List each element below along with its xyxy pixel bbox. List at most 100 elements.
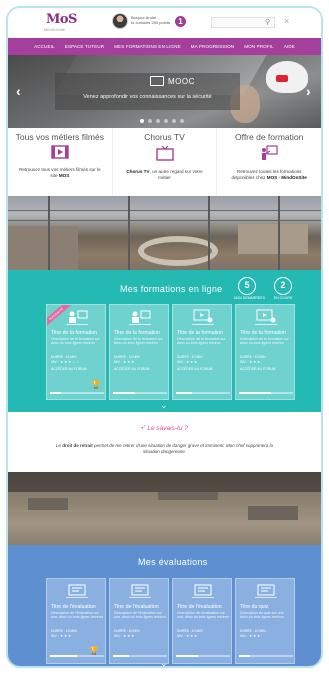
formation-card[interactable]: Titre de la formation Description de la … [235,304,295,400]
card-title: Titre du quiz [240,604,269,610]
progress-bar [113,392,167,394]
greeting-points: tu cumules 250 points [131,20,170,25]
info-offre[interactable]: Offre de formation Retrouvez toutes les … [217,128,321,196]
trophy-icon: 🏆 [91,380,101,389]
info-title: Chorus TV [144,132,185,142]
carousel-dot[interactable] [180,119,184,123]
nav-item-accueil[interactable]: ACCUEIL [34,44,55,49]
did-you-know-text: Le droit de retrait permet de me retirer… [56,443,273,454]
photo-pole [128,196,130,270]
photo-shadow [8,472,321,492]
carousel-dot[interactable] [164,119,168,123]
teacher-icon [260,145,278,166]
stat-not-started[interactable]: 5 NON DÉMARRÉES [234,277,265,300]
progress-fill [113,392,135,394]
carousel-prev-icon[interactable]: ‹ [16,83,21,99]
stat-in-progress[interactable]: 2 EN COURS [270,277,296,300]
info-chorus[interactable]: Chorus TV Chorus TV, un autre regard sur… [113,128,218,196]
nav-item-espace-tuteur[interactable]: ESPACE TUTEUR [65,44,104,49]
card-level: NIV. : ★ ★ ★ [51,634,72,638]
avatar[interactable] [112,13,128,29]
nav-item-progression[interactable]: MA PROGRESSION [191,44,235,49]
card-duration: DURÉE : 10 MIN [177,355,203,359]
chevron-down-icon[interactable]: ⌄ [160,400,168,411]
formation-card[interactable]: NOUVEAUTÉ Titre de la formation Descript… [46,304,106,400]
forum-link[interactable]: ACCÉDER AU FORUM [51,367,86,371]
quiz-icon [255,584,277,598]
did-you-know: •˚ Le savais-tu ? Le droit de retrait pe… [8,412,321,472]
formation-card[interactable]: Titre de la formation Description de la … [109,304,169,400]
card-title: Titre de la formation [51,330,97,336]
nav-item-profil[interactable]: MON PROFIL [244,44,274,49]
progress-fill [239,392,272,394]
photo-pole [48,196,50,270]
carousel-dot[interactable] [140,119,144,123]
page-frame: MoS MindOnSite Bonjour André tu cumules … [6,6,323,668]
card-desc: Description de l'évaluation sur une, deu… [114,611,166,620]
carousel-next-icon[interactable]: › [306,83,311,99]
card-duration: DURÉE : 10 MIN [114,629,140,633]
carousel-dot[interactable] [172,119,176,123]
card-desc: Description de l'évaluation sur une, deu… [51,611,103,620]
top-header: MoS MindOnSite Bonjour André tu cumules … [8,8,321,38]
progress-fill [176,655,198,657]
stat-label: NON DÉMARRÉES [234,296,265,300]
lightbulb-icon: •˚ [141,425,146,432]
screen-icon [192,309,214,325]
photo-pole [208,196,210,270]
card-desc: Description de la formation sur deux ou … [240,337,289,346]
card-title: Titre de l'évaluation [114,604,159,610]
quiz-card[interactable]: Titre du quiz Description du quiz sur un… [235,578,295,664]
stat-value: 2 [274,277,292,295]
info-metiers[interactable]: Tous vos métiers filmés Retrouvez tous v… [8,128,113,196]
photo-slab [238,224,308,254]
carousel-dot[interactable] [156,119,160,123]
evaluations-section: Mes évaluations Titre de l'évaluation De… [8,545,321,666]
photo-line [8,210,321,211]
evaluation-card[interactable]: Titre de l'évaluation Description de l'é… [172,578,232,664]
card-desc: Description de l'évaluation sur une, deu… [177,611,229,620]
search-icon[interactable]: ⚲ [265,18,270,26]
info-columns: Tous vos métiers filmés Retrouvez tous v… [8,128,321,196]
training-icon [129,309,151,325]
forum-link[interactable]: ACCÉDER AU FORUM [177,367,212,371]
chevron-down-icon[interactable]: ⌄ [160,658,168,666]
card-duration: DURÉE : 10 MIN [240,629,266,633]
card-desc: Description de la formation sur deux ou … [177,337,226,346]
mooc-icon [150,76,164,86]
user-greeting: Bonjour André tu cumules 250 points [131,15,170,25]
hero-title: MOOC [168,77,195,86]
card-duration: DURÉE : 10 MIN [177,629,203,633]
card-level: NIV. : ★ ★ ★ [240,634,261,638]
hero-helmet-logo [276,75,288,82]
hero-carousel: MOOC Venez approfondir vos connaissances… [8,55,321,128]
construction-photo [8,196,321,270]
tv-icon [155,145,174,166]
did-you-know-title: •˚ Le savais-tu ? [8,425,321,432]
photo-line [8,220,321,221]
logo[interactable]: MoS MindOnSite [44,12,77,34]
close-icon[interactable]: × [284,16,289,26]
card-level: NIV. : ★ ★ ★ [240,360,261,364]
forum-link[interactable]: ACCÉDER AU FORUM [240,367,275,371]
evaluation-icon [192,584,214,598]
evaluation-card[interactable]: Titre de l'évaluation Description de l'é… [109,578,169,664]
forum-link[interactable]: ACCÉDER AU FORUM [114,367,149,371]
progress-fill [50,655,77,657]
photo-object [158,492,218,500]
nav-item-aide[interactable]: AIDE [284,44,295,49]
card-level: NIV. : ★ ★ ★ [177,360,198,364]
progress-fill [176,392,193,394]
evaluation-card[interactable]: Titre de l'évaluation Description de l'é… [46,578,106,664]
carousel-dot[interactable] [148,119,152,123]
nav-item-formations[interactable]: MES FORMATIONS EN LIGNE [114,44,181,49]
formation-card[interactable]: Titre de la formation Description de la … [172,304,232,400]
logo-text: MoS [46,12,77,27]
training-icon [66,309,88,325]
progress-bar [239,655,293,657]
card-desc: Description du quiz sur une, deux ou tro… [240,611,285,620]
notification-badge[interactable]: 1 [175,16,186,27]
info-desc: Retrouvez toutes les formations disponib… [231,169,307,180]
did-you-know-label: Le savais-tu ? [147,425,188,432]
stat-value: 5 [238,277,256,295]
